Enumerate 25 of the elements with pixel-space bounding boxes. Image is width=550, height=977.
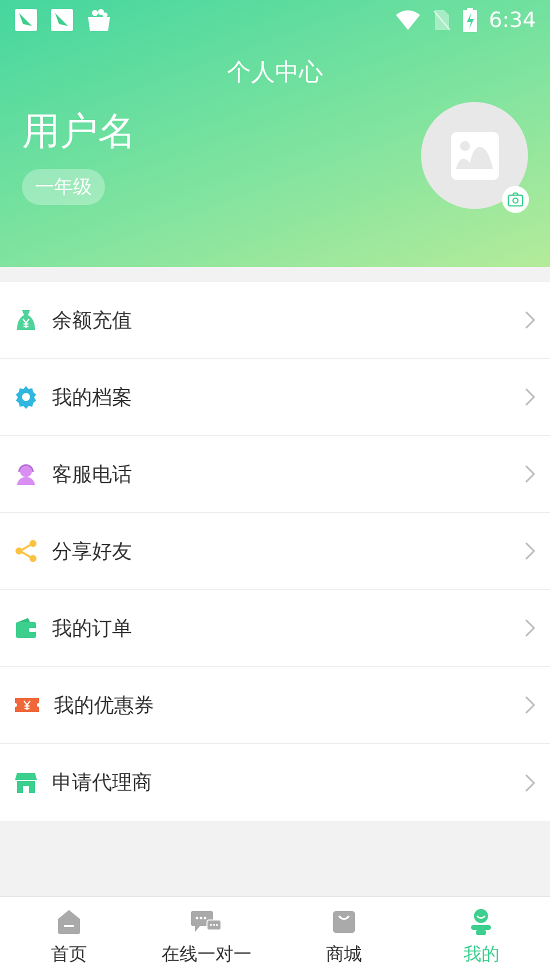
grade-tag: 一年级 [22, 169, 105, 205]
chevron-right-icon [524, 695, 536, 715]
battery-charging-icon [462, 8, 477, 32]
chevron-right-icon [524, 772, 536, 792]
wallet-icon [14, 616, 38, 640]
app-icon [50, 8, 74, 32]
username: 用户名 [22, 108, 136, 155]
chevron-right-icon [524, 464, 536, 484]
page-title: 个人中心 [227, 57, 323, 88]
basket-icon [86, 7, 112, 33]
status-time: 6:34 [488, 8, 536, 32]
settings-icon [14, 385, 38, 409]
shop-icon [14, 770, 38, 794]
chevron-right-icon [524, 541, 536, 561]
chevron-right-icon [524, 310, 536, 330]
headset-person-icon [14, 462, 38, 486]
chevron-right-icon [524, 618, 536, 638]
share-icon [14, 539, 38, 563]
app-icon [14, 8, 38, 32]
camera-icon [507, 191, 524, 208]
wifi-icon [394, 9, 421, 31]
no-sim-icon [432, 9, 451, 31]
money-bag-icon [14, 308, 38, 332]
camera-button[interactable] [502, 186, 529, 213]
chevron-right-icon [524, 387, 536, 407]
